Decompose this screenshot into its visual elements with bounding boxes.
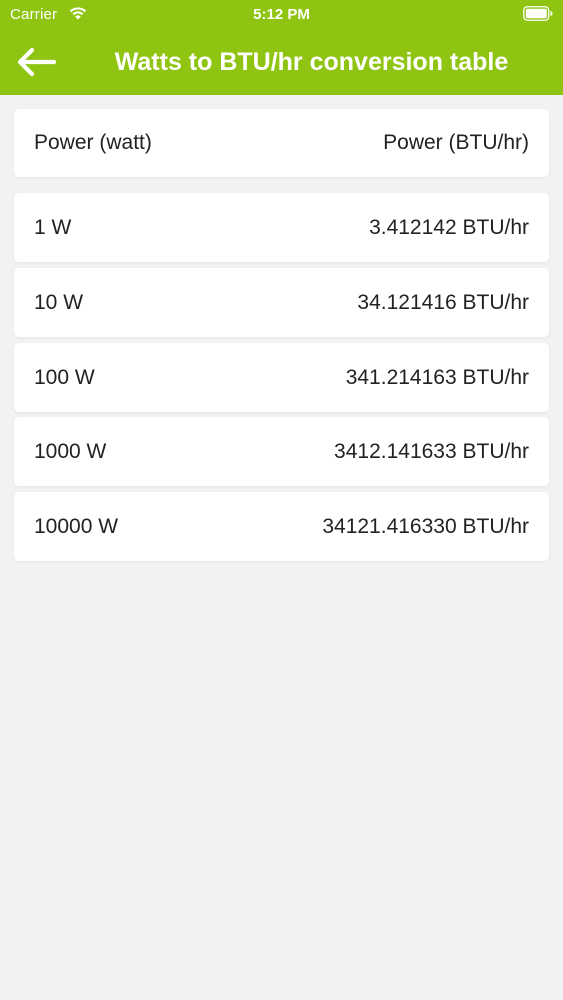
- row-btu: 34.121416 BTU/hr: [357, 290, 529, 314]
- table-row: 10000 W 34121.416330 BTU/hr: [14, 492, 549, 561]
- table-row: 100 W 341.214163 BTU/hr: [14, 343, 549, 412]
- navigation-bar: Watts to BTU/hr conversion table: [0, 30, 563, 95]
- back-button[interactable]: [8, 38, 64, 86]
- row-btu: 3412.141633 BTU/hr: [334, 439, 529, 463]
- row-watts: 1000 W: [34, 439, 107, 463]
- status-bar: Carrier 5:12 PM: [0, 0, 563, 30]
- table-row: 1 W 3.412142 BTU/hr: [14, 193, 549, 262]
- status-time: 5:12 PM: [253, 6, 310, 23]
- page-title: Watts to BTU/hr conversion table: [114, 48, 509, 76]
- row-watts: 10000 W: [34, 514, 119, 538]
- arrow-left-icon: [17, 47, 57, 77]
- row-btu: 341.214163 BTU/hr: [345, 365, 529, 389]
- table-row: 10 W 34.121416 BTU/hr: [14, 268, 549, 337]
- table-header: Power (watt) Power (BTU/hr): [14, 109, 549, 177]
- table-row: 1000 W 3412.141633 BTU/hr: [14, 417, 549, 486]
- row-watts: 100 W: [34, 365, 95, 389]
- row-btu: 3.412142 BTU/hr: [369, 215, 529, 239]
- battery-icon: [523, 6, 553, 21]
- header-power-watt: Power (watt): [34, 131, 152, 154]
- app-header: Carrier 5:12 PM Watts to BTU/hr conversi…: [0, 0, 563, 95]
- row-btu: 34121.416330 BTU/hr: [322, 514, 529, 538]
- row-watts: 1 W: [34, 215, 72, 239]
- header-power-btu: Power (BTU/hr): [383, 131, 529, 154]
- row-watts: 10 W: [34, 290, 84, 314]
